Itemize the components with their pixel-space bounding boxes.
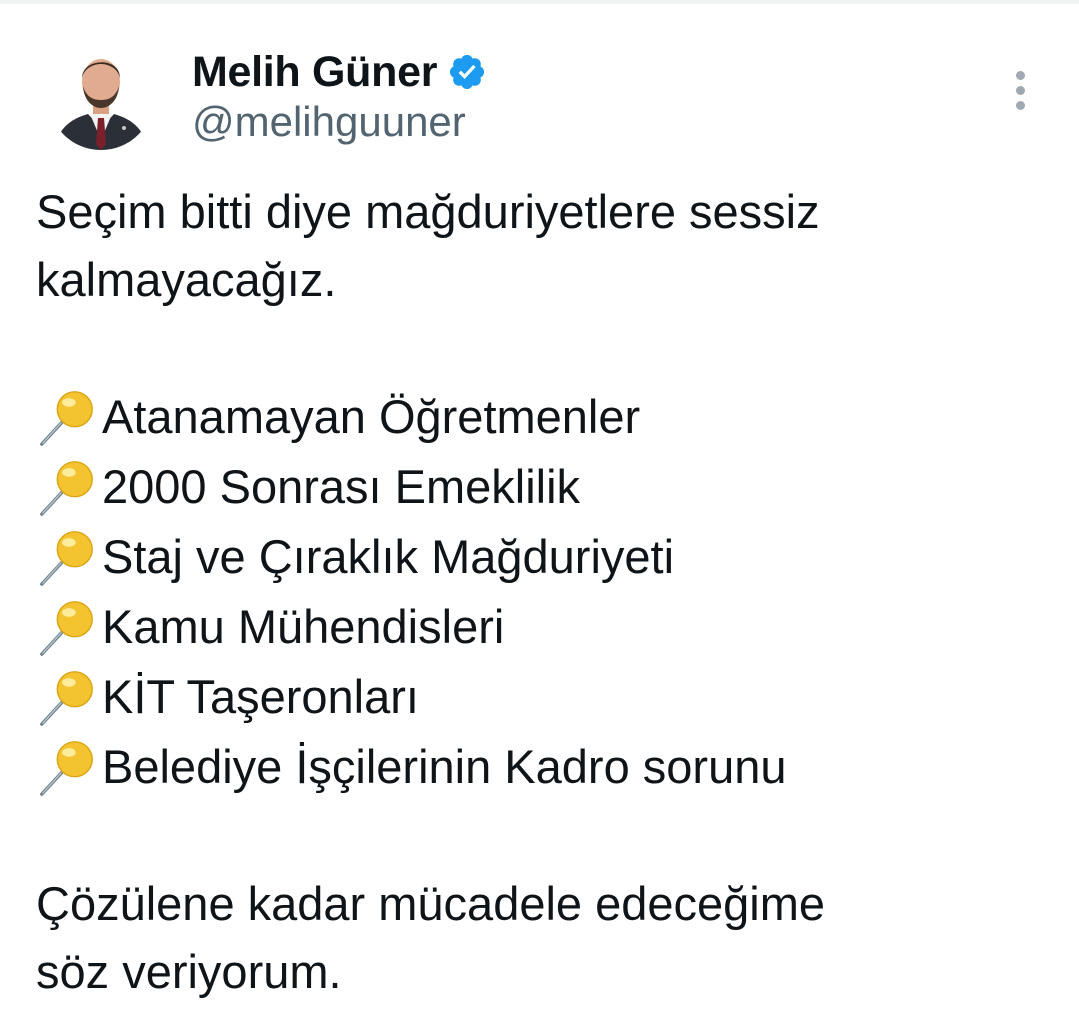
tweet-bullet-item: Belediye İşçilerinin Kadro sorunu — [36, 732, 1046, 802]
more-options-icon-dot — [1015, 85, 1025, 95]
more-options-button[interactable] — [1000, 66, 1040, 114]
tweet-bullet-text: Belediye İşçilerinin Kadro sorunu — [102, 740, 787, 793]
round-pushpin-icon — [36, 736, 98, 798]
avatar[interactable] — [48, 44, 154, 150]
avatar-photo — [48, 44, 154, 150]
more-options-icon — [1015, 70, 1025, 80]
round-pushpin-icon — [36, 666, 98, 728]
tweet-bullet-text: 2000 Sonrası Emeklilik — [102, 460, 581, 513]
verified-badge-icon — [450, 54, 485, 90]
tweet-intro-line-2: kalmayacağız. — [36, 253, 337, 306]
tweet-bullet-item: Kamu Mühendisleri — [36, 592, 1046, 662]
round-pushpin-icon — [36, 386, 98, 448]
round-pushpin-icon — [36, 526, 98, 588]
round-pushpin-icon — [36, 596, 98, 658]
tweet-closing-line-2: söz veriyorum. — [36, 945, 342, 998]
author-handle[interactable]: @melihguuner — [192, 98, 466, 146]
tweet-bullet-item: KİT Taşeronları — [36, 662, 1046, 732]
round-pushpin-icon — [36, 456, 98, 518]
author-display-name[interactable]: Melih Güner — [192, 48, 437, 97]
tweet-bullet-text: Atanamayan Öğretmenler — [102, 390, 641, 443]
tweet-bullet-text: Kamu Mühendisleri — [102, 600, 505, 653]
author-name-row[interactable]: Melih Güner — [192, 44, 487, 100]
tweet-bullet-text: KİT Taşeronları — [102, 670, 419, 723]
tweet-spacer — [36, 314, 1046, 382]
more-options-icon-dot — [1015, 100, 1025, 110]
top-divider — [0, 0, 1079, 4]
tweet-closing-line-1: Çözülene kadar mücadele edeceğime — [36, 877, 826, 930]
tweet-bullet-item: Atanamayan Öğretmenler — [36, 382, 1046, 452]
tweet-bullet-list: Atanamayan Öğretmenler 2000 Sonrası Emekl… — [36, 382, 1046, 802]
tweet-bullet-item: 2000 Sonrası Emeklilik — [36, 452, 1046, 522]
tweet-bullet-text: Staj ve Çıraklık Mağduriyeti — [102, 530, 675, 583]
tweet-body: Seçim bitti diye mağduriyetlere sessiz k… — [36, 178, 1046, 1006]
tweet-bullet-item: Staj ve Çıraklık Mağduriyeti — [36, 522, 1046, 592]
tweet-intro-line-1: Seçim bitti diye mağduriyetlere sessiz — [36, 185, 820, 238]
tweet-spacer — [36, 802, 1046, 870]
